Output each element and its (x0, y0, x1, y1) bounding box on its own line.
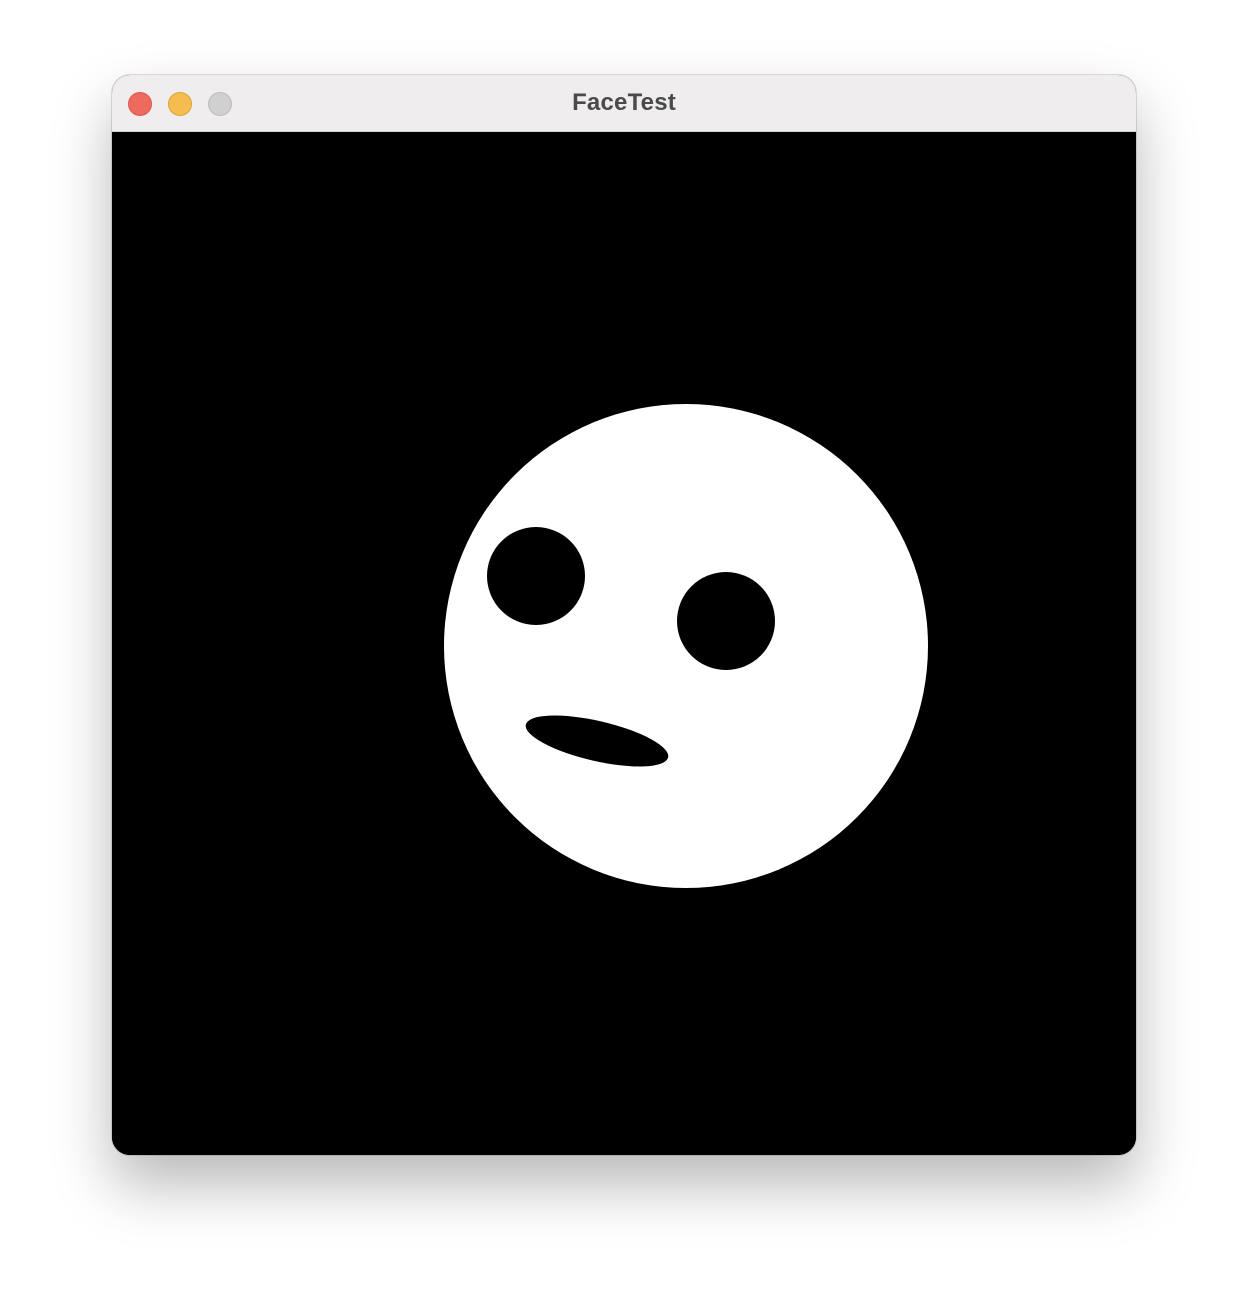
drawing-canvas[interactable] (112, 132, 1136, 1155)
title-bar[interactable]: FaceTest (112, 75, 1136, 132)
right-eye (677, 572, 775, 670)
left-eye (487, 527, 585, 625)
face-drawing (112, 132, 1136, 1155)
app-window: FaceTest (112, 75, 1136, 1155)
window-title: FaceTest (572, 89, 676, 116)
